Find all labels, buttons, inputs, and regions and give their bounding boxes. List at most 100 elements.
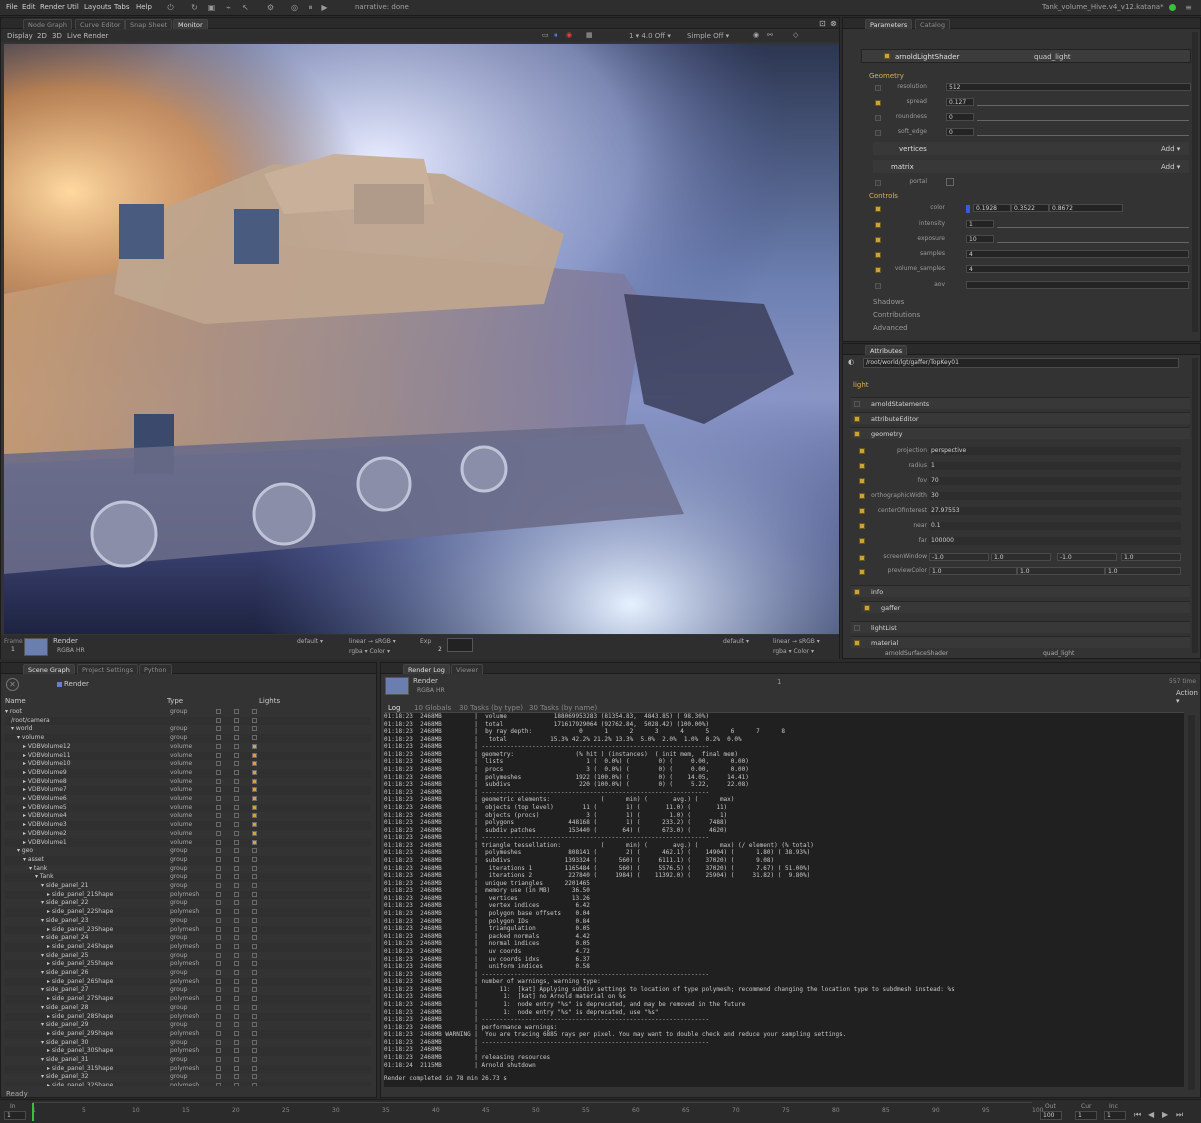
out-field[interactable]: 100 (1040, 1111, 1062, 1120)
menu-live-render[interactable]: Live Render (67, 32, 108, 40)
play-forward-icon[interactable]: ▶ (1162, 1110, 1168, 1119)
scenegraph-row-checkbox[interactable] (216, 891, 221, 897)
scenegraph-row[interactable]: ▾ side_panel_28 group (5, 1004, 371, 1013)
attr-section-gaffer[interactable]: gaffer (861, 601, 1190, 613)
pause-render-icon[interactable]: ⏸ (554, 31, 558, 40)
lasso-icon[interactable]: ⌁ (224, 3, 233, 12)
previewcolor-flag[interactable] (859, 569, 865, 575)
scenegraph-row-checkbox[interactable] (234, 865, 239, 871)
scenegraph-row-checkbox[interactable] (234, 839, 239, 845)
menu-display[interactable]: Display (7, 32, 33, 40)
scenegraph-row-checkbox[interactable] (216, 917, 221, 923)
scenegraph-row-checkbox[interactable] (252, 1074, 257, 1080)
inc-field[interactable]: 1 (1104, 1111, 1126, 1120)
play-icon[interactable]: ▶ (320, 3, 329, 12)
attr-geo-value[interactable]: 27.97553 (929, 507, 1181, 515)
menu-help[interactable]: Help (136, 3, 152, 11)
col-name[interactable]: Name (5, 697, 26, 705)
scenegraph-row-checkbox[interactable] (234, 961, 239, 967)
scenegraph-row[interactable]: ▾ side_panel_22 group (5, 899, 371, 908)
attr-geo-value[interactable]: 0.1 (929, 522, 1181, 530)
scenegraph-row-checkbox[interactable] (216, 978, 221, 984)
attr-geo-flag[interactable] (859, 538, 865, 544)
scenegraph-row-checkbox[interactable] (252, 1013, 257, 1019)
scenegraph-row-checkbox[interactable] (252, 717, 257, 723)
scenegraph-row[interactable]: ▸ side_panel_24Shape polymesh (5, 942, 371, 952)
scenegraph-row-checkbox[interactable] (216, 830, 221, 836)
screenwindow-0[interactable]: -1.0 (929, 553, 989, 561)
scenegraph-row-checkbox[interactable] (234, 822, 239, 828)
scenegraph-row-checkbox[interactable] (252, 961, 257, 967)
scenegraph-row-checkbox[interactable] (216, 856, 221, 862)
scenegraph-row-checkbox[interactable] (216, 796, 221, 801)
scenegraph-row-checkbox[interactable] (234, 804, 239, 810)
scenegraph-row[interactable]: ▾ side_panel_26 group (5, 969, 371, 978)
scenegraph-row-checkbox[interactable] (216, 926, 221, 932)
scenegraph-row[interactable]: ▾ side_panel_32 group (5, 1073, 371, 1082)
menu-layouts[interactable]: Layouts (84, 3, 111, 11)
scenegraph-row-checkbox[interactable] (216, 987, 221, 993)
scenegraph-row-checkbox[interactable] (234, 856, 239, 862)
scenegraph-row-checkbox[interactable] (252, 813, 257, 819)
scenegraph-row-checkbox[interactable] (234, 874, 239, 880)
colorspace-right-dropdown[interactable]: default ▾ (723, 638, 749, 645)
scenegraph-row-checkbox[interactable] (216, 839, 221, 845)
scenegraph-row[interactable]: ▾ side_panel_23 group (5, 917, 371, 926)
attr-section-info[interactable]: info (851, 585, 1190, 597)
intensity-field[interactable]: 1 (966, 220, 994, 228)
tab-scene-graph[interactable]: Scene Graph (23, 664, 75, 674)
scenegraph-row[interactable]: ▸ side_panel_22Shape polymesh (5, 908, 371, 917)
vertices-group[interactable]: vertices Add ▾ (873, 142, 1189, 155)
scenegraph-row[interactable]: ▸ VDBVolume7 volume (5, 786, 371, 795)
scenegraph-row-checkbox[interactable] (216, 961, 221, 967)
scenegraph-row-checkbox[interactable] (216, 909, 221, 915)
scenegraph-row-checkbox[interactable] (234, 1004, 239, 1010)
scenegraph-row-checkbox[interactable] (216, 848, 221, 854)
power-icon[interactable]: ⏻ (166, 3, 175, 12)
soft-edge-slider[interactable] (977, 128, 1189, 136)
attr-geo-flag[interactable] (859, 463, 865, 469)
scenegraph-row-checkbox[interactable] (252, 978, 257, 984)
pin-icon[interactable]: ◐ (848, 358, 854, 366)
vertices-add-button[interactable]: Add ▾ (1161, 145, 1180, 153)
scenegraph-row-checkbox[interactable] (216, 900, 221, 906)
attributes-scrollbar[interactable] (1192, 358, 1198, 653)
scenegraph-row-checkbox[interactable] (216, 1022, 221, 1028)
resolution-field[interactable]: 512 (946, 83, 1191, 91)
roundness-field[interactable]: 0 (946, 113, 974, 121)
resolution-flag[interactable] (875, 85, 881, 91)
roundness-slider[interactable] (977, 113, 1189, 121)
aov-flag[interactable] (875, 283, 881, 289)
scenegraph-row-checkbox[interactable] (234, 743, 239, 749)
scenegraph-row-checkbox[interactable] (234, 735, 239, 741)
attr-section-attributeeditor[interactable]: attributeEditor (851, 412, 1190, 424)
gear-icon[interactable]: ⚙ (266, 3, 275, 12)
scenegraph-row[interactable]: ▾ side_panel_31 group (5, 1056, 371, 1065)
col-type[interactable]: Type (167, 697, 183, 705)
scenegraph-row-checkbox[interactable] (216, 943, 221, 949)
scenegraph-row-checkbox[interactable] (252, 987, 257, 993)
log-scrollbar[interactable] (1188, 715, 1195, 1090)
scenegraph-row[interactable]: ▸ VDBVolume1 volume (5, 838, 371, 848)
intensity-slider[interactable] (997, 220, 1189, 228)
colorspace-left-dropdown[interactable]: default ▾ (297, 638, 323, 645)
tab-snap-sheet[interactable]: Snap Sheet (125, 19, 173, 29)
close-icon[interactable]: ⊗ (830, 19, 837, 28)
attr-geo-value[interactable]: 70 (929, 477, 1181, 485)
node-name[interactable]: arnoldLightShader (895, 53, 959, 61)
scenegraph-row[interactable]: ▸ side_panel_25Shape polymesh (5, 960, 371, 969)
scenegraph-row-checkbox[interactable] (252, 796, 257, 801)
portal-flag[interactable] (875, 180, 881, 186)
attr-section-lightlist[interactable]: lightList (851, 621, 1190, 633)
scenegraph-row-checkbox[interactable] (252, 891, 257, 897)
scenegraph-row[interactable]: ▸ VDBVolume2 volume (5, 830, 371, 839)
sg-render-label[interactable]: Render (64, 680, 89, 688)
screenwindow-3[interactable]: 1.0 (1121, 553, 1181, 561)
previewcolor-1[interactable]: 1.0 (1017, 567, 1105, 575)
color-r-field[interactable]: 0.1928 (973, 204, 1011, 212)
scenegraph-row[interactable]: ▾ volume group (5, 734, 371, 743)
scenegraph-row-checkbox[interactable] (216, 874, 221, 880)
tab-catalog[interactable]: Catalog (915, 19, 950, 29)
scenegraph-row-checkbox[interactable] (252, 883, 257, 888)
aov-field[interactable] (966, 281, 1189, 289)
